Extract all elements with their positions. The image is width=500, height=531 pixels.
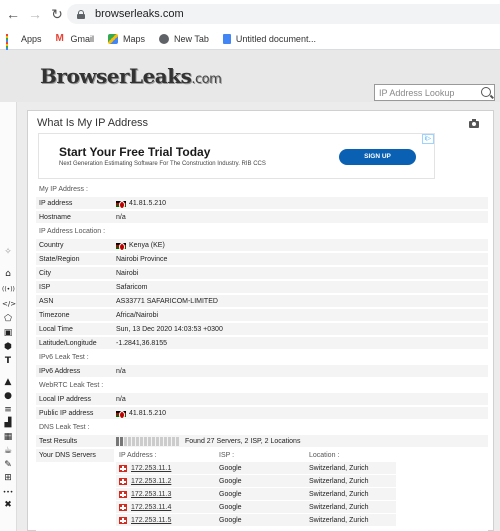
broadcast-icon[interactable]: ((•)) [2, 284, 15, 295]
globe-icon [159, 33, 170, 44]
dns-table-row: 172.253.11.1 Google Switzerland, Zurich [116, 462, 396, 475]
table-row: Hostname n/a [36, 211, 488, 224]
google-docs-icon [222, 33, 231, 44]
forward-icon[interactable]: → [26, 5, 44, 23]
tools-icon[interactable]: ✖ [2, 500, 14, 511]
bookmark-apps[interactable]: Apps [6, 33, 42, 52]
switzerland-flag-icon [119, 517, 127, 524]
table-row: Country Kenya (KE) [36, 239, 488, 252]
bookmark-maps[interactable]: Maps [108, 33, 145, 44]
dns-ip-link[interactable]: 172.253.11.3 [131, 491, 171, 498]
dns-ip-link[interactable]: 172.253.11.4 [131, 504, 171, 511]
ad-signup-button[interactable]: SIGN UP [339, 149, 416, 165]
search-icon[interactable] [481, 87, 491, 97]
dns-table-row: 172.253.11.4 Google Switzerland, Zurich [116, 501, 396, 514]
table-row: IPv6 Address n/a [36, 365, 488, 378]
wrench-icon[interactable]: ✎ [2, 460, 14, 471]
kenya-flag-icon [116, 410, 126, 419]
location-pin-icon[interactable]: ● [2, 391, 14, 402]
section-dns: DNS Leak Test : [36, 421, 488, 434]
table-row: IP address 41.81.5.210 [36, 197, 488, 210]
table-row: Timezone Africa/Nairobi [36, 309, 488, 322]
shape-icon[interactable]: ⬠ [2, 314, 14, 325]
switzerland-flag-icon [119, 491, 127, 498]
table-row: City Nairobi [36, 267, 488, 280]
table-row: Test Results Found 27 Servers, 2 ISP, 2 … [36, 435, 488, 448]
dns-table-row: 172.253.11.5 Google Switzerland, Zurich [116, 514, 396, 527]
ad-headline[interactable]: Start Your Free Trial Today [59, 145, 210, 159]
dns-servers-row: Your DNS Servers IP Address : ISP : Loca… [36, 449, 488, 531]
maps-icon [108, 33, 119, 44]
ad-choices-icon[interactable]: i▷ [422, 134, 434, 144]
bar-chart-icon[interactable]: ▟ [2, 418, 14, 429]
grid-icon[interactable]: ▦ [2, 432, 14, 443]
ip-lookup-search-input[interactable]: IP Address Lookup [374, 84, 495, 101]
dns-table-row: 172.253.11.3 Google Switzerland, Zurich [116, 488, 396, 501]
code-icon[interactable]: </> [2, 299, 16, 310]
section-my-ip: My IP Address : [36, 183, 488, 196]
table-row: State/Region Nairobi Province [36, 253, 488, 266]
more-icon[interactable]: ••• [2, 487, 14, 498]
site-logo[interactable]: BrowserLeaks.com [40, 64, 222, 88]
gmail-icon: M [55, 32, 64, 44]
table-row: Public IP address 41.81.5.210 [36, 407, 488, 420]
site-header: BrowserLeaks.com IP Address Lookup [0, 50, 500, 102]
table-row: Local Time Sun, 13 Dec 2020 14:03:53 +03… [36, 323, 488, 336]
lock-icon [77, 9, 85, 19]
table-row: Latitude/Longitude -1.2841,36.8155 [36, 337, 488, 350]
dns-test-progress-bar [116, 437, 179, 446]
url-text: browserleaks.com [95, 8, 184, 20]
dns-table-header: IP Address : ISP : Location : [119, 452, 340, 459]
switzerland-flag-icon [119, 478, 127, 485]
switzerland-flag-icon [119, 504, 127, 511]
bookmark-gmail[interactable]: M Gmail [55, 32, 95, 44]
ip-info-panel: What Is My IP Address Start Your Free Tr… [27, 110, 494, 531]
apps-icon [6, 33, 16, 52]
cube-icon[interactable]: ⬢ [2, 342, 14, 353]
bookmark-new-tab[interactable]: New Tab [159, 33, 209, 44]
address-bar[interactable]: browserleaks.com [67, 4, 500, 24]
cup-icon[interactable]: ☕ [2, 446, 14, 457]
advertisement-banner[interactable]: Start Your Free Trial Today Next Generat… [38, 133, 435, 179]
table-row: Local IP address n/a [36, 393, 488, 406]
section-location: IP Address Location : [36, 225, 488, 238]
section-ipv6: IPv6 Leak Test : [36, 351, 488, 364]
puzzle-icon[interactable]: ✧ [2, 247, 14, 258]
kenya-flag-icon [116, 242, 126, 251]
image-icon[interactable]: ▣ [2, 328, 14, 339]
dns-ip-link[interactable]: 172.253.11.2 [131, 478, 171, 485]
lock-icon[interactable]: ▲ [2, 377, 14, 388]
dns-servers-table: IP Address : ISP : Location : 172.253.11… [116, 449, 396, 527]
camera-icon[interactable] [469, 119, 479, 128]
section-webrtc: WebRTC Leak Test : [36, 379, 488, 392]
windows-icon[interactable]: ⊞ [2, 473, 14, 484]
table-row: ASN AS33771 SAFARICOM-LIMITED [36, 295, 488, 308]
home-icon[interactable]: ⌂ [2, 269, 14, 280]
browser-toolbar: ← → ↻ browserleaks.com [0, 0, 500, 28]
reload-icon[interactable]: ↻ [48, 5, 66, 23]
dns-table-row: 172.253.11.2 Google Switzerland, Zurich [116, 475, 396, 488]
kenya-flag-icon [116, 200, 126, 209]
bookmark-untitled-document[interactable]: Untitled document... [222, 33, 316, 44]
dns-ip-link[interactable]: 172.253.11.5 [131, 517, 171, 524]
bookmarks-bar: Apps M Gmail Maps New Tab Untitled docum… [0, 28, 500, 52]
switzerland-flag-icon [119, 465, 127, 472]
table-row: ISP Safaricom [36, 281, 488, 294]
back-icon[interactable]: ← [4, 5, 22, 23]
tool-sidebar: ✧ ⌂ ((•)) </> ⬠ ▣ ⬢ T ▲ ● ≡ ▟ ▦ ☕ ✎ ⊞ ••… [0, 102, 17, 531]
stack-icon[interactable]: ≡ [2, 405, 14, 416]
page-title: What Is My IP Address [37, 117, 149, 129]
dns-ip-link[interactable]: 172.253.11.1 [131, 465, 171, 472]
font-icon[interactable]: T [2, 356, 14, 367]
ad-description: Next Generation Estimating Software For … [59, 161, 266, 167]
